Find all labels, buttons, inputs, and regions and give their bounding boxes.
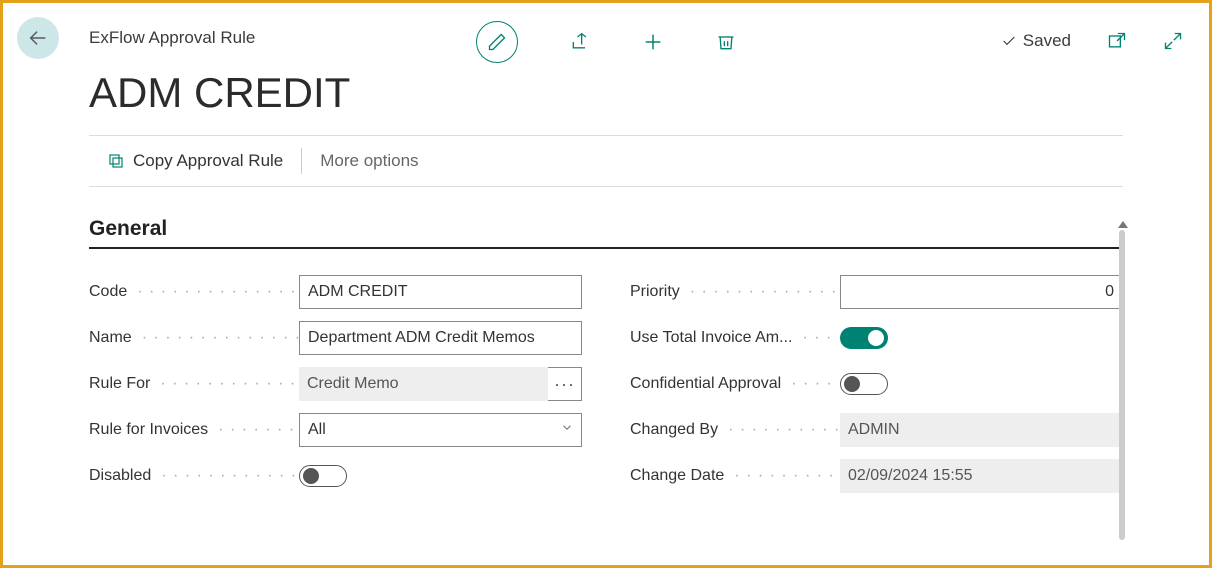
back-button[interactable] — [17, 17, 59, 59]
field-rule-for-invoices: Rule for Invoices — [89, 407, 582, 453]
action-bar: Copy Approval Rule More options — [89, 135, 1123, 187]
expand-button[interactable] — [1163, 31, 1183, 51]
use-total-invoice-amount-label: Use Total Invoice Am... — [630, 329, 840, 347]
delete-button[interactable] — [716, 32, 736, 52]
pencil-icon — [487, 32, 507, 52]
field-use-total-invoice-amount: Use Total Invoice Am... — [630, 315, 1123, 361]
confidential-approval-label: Confidential Approval — [630, 375, 840, 393]
disabled-label: Disabled — [89, 467, 299, 485]
copy-approval-rule-label: Copy Approval Rule — [133, 151, 283, 171]
status-area: Saved — [1001, 31, 1183, 51]
rule-for-value[interactable]: Credit Memo — [299, 367, 548, 401]
section-general-title[interactable]: General — [89, 217, 1123, 249]
field-priority: Priority — [630, 269, 1123, 315]
name-label: Name — [89, 329, 299, 347]
more-options-action[interactable]: More options — [302, 151, 436, 171]
copy-approval-rule-action[interactable]: Copy Approval Rule — [89, 151, 301, 171]
content-area: Copy Approval Rule More options General … — [89, 135, 1123, 499]
use-total-invoice-amount-toggle[interactable] — [840, 327, 888, 349]
change-date-label: Change Date — [630, 467, 840, 485]
priority-label: Priority — [630, 283, 840, 301]
popout-button[interactable] — [1107, 31, 1127, 51]
change-date-value: 02/09/2024 15:55 — [840, 459, 1123, 493]
page-type-label: ExFlow Approval Rule — [89, 28, 255, 48]
form-column-left: Code Name Rule For Credit Memo — [89, 269, 582, 499]
scroll-thumb[interactable] — [1119, 230, 1125, 540]
name-input[interactable] — [299, 321, 582, 355]
rule-for-label: Rule For — [89, 375, 299, 393]
arrow-left-icon — [27, 27, 49, 49]
saved-indicator: Saved — [1001, 31, 1071, 51]
page-title: ADM CREDIT — [89, 69, 1209, 117]
saved-label: Saved — [1023, 31, 1071, 51]
field-code: Code — [89, 269, 582, 315]
field-change-date: Change Date 02/09/2024 15:55 — [630, 453, 1123, 499]
more-options-label: More options — [320, 151, 418, 171]
rule-for-invoices-label: Rule for Invoices — [89, 421, 299, 439]
field-changed-by: Changed By ADMIN — [630, 407, 1123, 453]
disabled-toggle[interactable] — [299, 465, 347, 487]
rule-for-invoices-select[interactable] — [299, 413, 582, 447]
trash-icon — [716, 32, 736, 52]
field-disabled: Disabled — [89, 453, 582, 499]
rule-for-lookup-button[interactable]: ··· — [548, 367, 582, 401]
checkmark-icon — [1001, 33, 1017, 49]
expand-icon — [1163, 31, 1183, 51]
vertical-scrollbar[interactable] — [1119, 221, 1127, 551]
card-page: ExFlow Approval Rule Saved ADM CREDIT — [3, 3, 1209, 565]
popout-icon — [1107, 31, 1127, 51]
confidential-approval-toggle[interactable] — [840, 373, 888, 395]
field-name: Name — [89, 315, 582, 361]
form-column-right: Priority Use Total Invoice Am... Confide… — [630, 269, 1123, 499]
field-confidential-approval: Confidential Approval — [630, 361, 1123, 407]
edit-button[interactable] — [476, 21, 518, 63]
toolbar — [476, 21, 736, 63]
field-rule-for: Rule For Credit Memo ··· — [89, 361, 582, 407]
new-button[interactable] — [642, 31, 664, 53]
changed-by-value: ADMIN — [840, 413, 1123, 447]
code-input[interactable] — [299, 275, 582, 309]
plus-icon — [642, 31, 664, 53]
priority-input[interactable] — [840, 275, 1123, 309]
code-label: Code — [89, 283, 299, 301]
share-button[interactable] — [570, 32, 590, 52]
copy-icon — [107, 152, 125, 170]
changed-by-label: Changed By — [630, 421, 840, 439]
scroll-up-icon — [1118, 221, 1128, 228]
form-general: Code Name Rule For Credit Memo — [89, 269, 1123, 499]
share-icon — [570, 32, 590, 52]
ellipsis-icon: ··· — [554, 374, 575, 395]
